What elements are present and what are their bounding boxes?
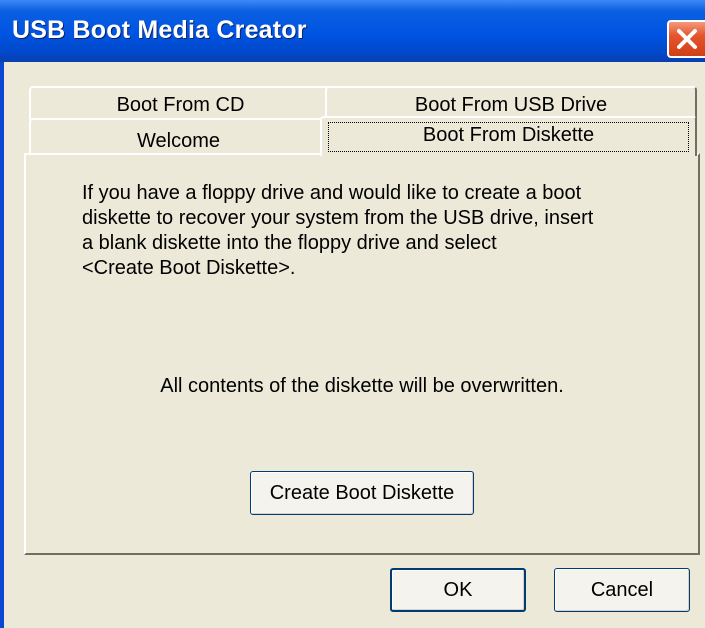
window-title: USB Boot Media Creator bbox=[12, 16, 307, 44]
tab-label: Welcome bbox=[137, 130, 220, 152]
instructions-line: If you have a floppy drive and would lik… bbox=[82, 182, 582, 204]
title-bar[interactable]: USB Boot Media Creator bbox=[0, 0, 705, 62]
tab-label: Boot From USB Drive bbox=[414, 94, 608, 116]
tab-welcome[interactable]: Welcome bbox=[29, 118, 328, 156]
instructions-text: If you have a floppy drive and would lik… bbox=[82, 181, 662, 281]
tab-label: Boot From CD bbox=[116, 94, 245, 116]
overwrite-warning: All contents of the diskette will be ove… bbox=[160, 375, 564, 397]
cancel-button[interactable]: Cancel bbox=[554, 568, 690, 612]
instructions-line: <Create Boot Diskette>. bbox=[82, 257, 296, 279]
close-icon bbox=[677, 29, 697, 49]
ok-button[interactable]: OK bbox=[390, 568, 526, 612]
tab-label: Boot From Diskette bbox=[328, 122, 689, 152]
tab-boot-from-usb-drive[interactable]: Boot From USB Drive bbox=[325, 86, 697, 120]
tab-boot-from-diskette[interactable]: Boot From Diskette bbox=[320, 116, 697, 156]
dialog-window: USB Boot Media Creator Boot From CD Boot… bbox=[0, 0, 705, 628]
close-button[interactable] bbox=[667, 20, 705, 58]
window-frame bbox=[0, 62, 4, 628]
instructions-line: diskette to recover your system from the… bbox=[82, 207, 594, 229]
tab-boot-from-cd[interactable]: Boot From CD bbox=[29, 86, 332, 120]
create-boot-diskette-button[interactable]: Create Boot Diskette bbox=[250, 471, 474, 515]
instructions-line: a blank diskette into the floppy drive a… bbox=[82, 232, 497, 254]
tab-panel: If you have a floppy drive and would lik… bbox=[24, 153, 700, 555]
